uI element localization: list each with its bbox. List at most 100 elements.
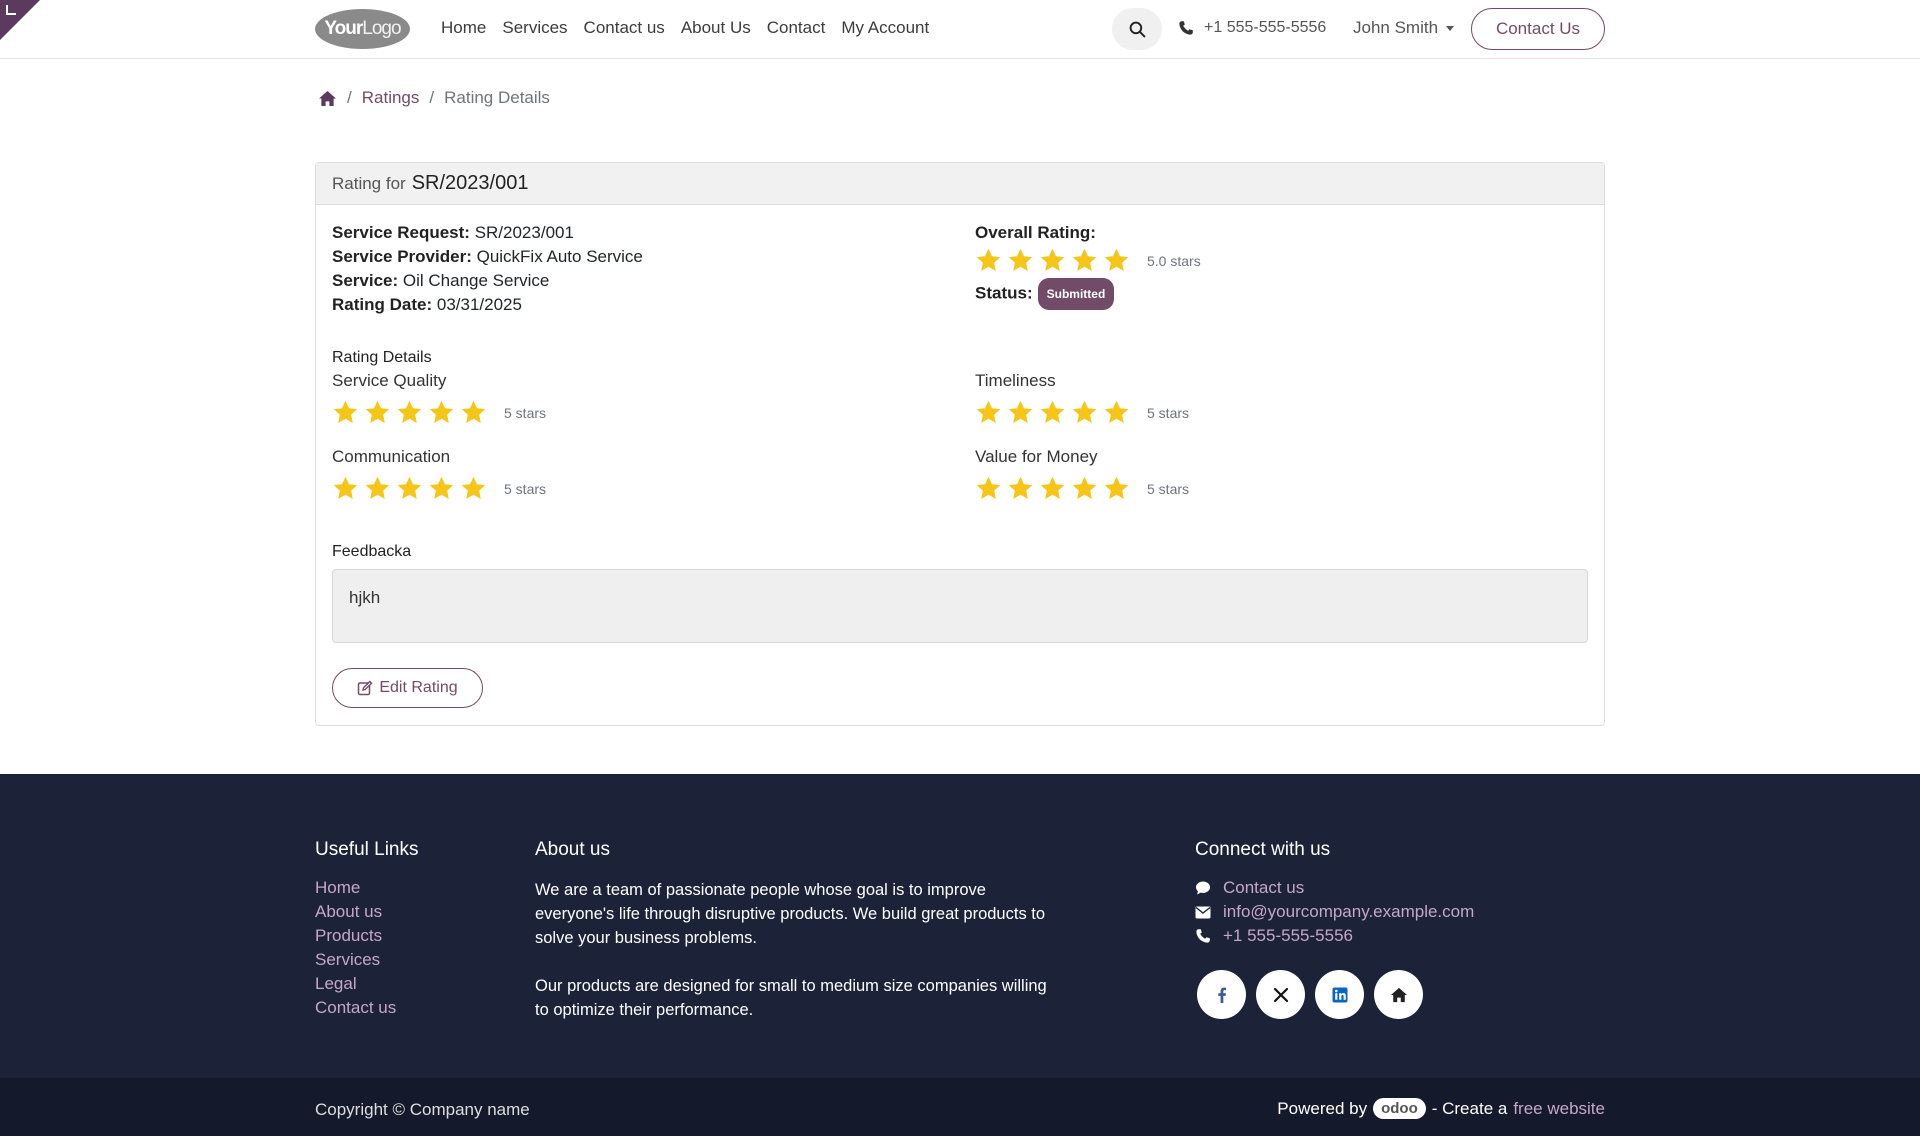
home-icon [1390, 987, 1407, 1002]
star-icon [429, 400, 454, 423]
create-label: - Create a [1431, 1098, 1508, 1118]
nav-contact-us[interactable]: Contact us [584, 18, 665, 38]
service-provider-row: Service Provider: QuickFix Auto Service [332, 245, 643, 269]
rating-communication: Communication 5 stars [332, 447, 546, 502]
rating-info: Service Request: SR/2023/001 Service Pro… [332, 221, 643, 317]
rating-label: Value for Money [975, 447, 1098, 466]
star-icon [461, 400, 486, 423]
connect-phone-link[interactable]: +1 555-555-5556 [1223, 926, 1353, 946]
copyright: Copyright © Company name [315, 1100, 530, 1119]
corner-ribbon-icon[interactable] [6, 5, 16, 15]
nav-about-us[interactable]: About Us [681, 18, 751, 38]
chat-icon [1195, 880, 1211, 896]
rating-details-title: Rating Details [332, 349, 432, 366]
site-footer: Useful Links Home About us Products Serv… [0, 774, 1920, 1078]
star-icon [1008, 476, 1033, 499]
footer-link-services[interactable]: Services [315, 950, 396, 970]
star-icon [461, 476, 486, 499]
about-text: We are a team of passionate people whose… [535, 878, 1055, 1046]
rating-service-quality: Service Quality 5 stars [332, 371, 546, 426]
user-menu[interactable]: John Smith [1353, 18, 1455, 38]
overall-info: Overall Rating: 5.0 stars Status: Submitt… [975, 221, 1201, 310]
about-paragraph-1: We are a team of passionate people whose… [535, 881, 1046, 947]
service-provider-value: QuickFix Auto Service [476, 247, 643, 266]
edit-rating-label: Edit Rating [379, 679, 458, 696]
envelope-icon [1195, 906, 1211, 919]
feedback-title: Feedbacka [332, 543, 412, 560]
rating-stars: 5 stars [332, 399, 546, 426]
star-icon [1008, 248, 1033, 271]
footer-link-about-us[interactable]: About us [315, 902, 396, 922]
edit-rating-button[interactable]: Edit Rating [332, 668, 483, 708]
facebook-icon [1217, 987, 1226, 1003]
about-title: About us [535, 839, 610, 860]
star-icon [1008, 400, 1033, 423]
odoo-logo[interactable]: odoo [1373, 1098, 1426, 1119]
service-request-value: SR/2023/001 [474, 223, 574, 242]
connect-email-link[interactable]: info@yourcompany.example.com [1223, 902, 1474, 922]
rating-label: Timeliness [975, 371, 1056, 390]
facebook-button[interactable] [1197, 970, 1246, 1019]
nav-my-account[interactable]: My Account [841, 18, 929, 38]
rating-date-value: 03/31/2025 [436, 295, 522, 314]
stars-note: 5 stars [504, 480, 547, 497]
linkedin-button[interactable] [1315, 970, 1364, 1019]
star-icon [1104, 476, 1129, 499]
status-badge: Submitted [1037, 278, 1115, 310]
breadcrumb: / Ratings / Rating Details [318, 88, 550, 108]
rating-date-label: Rating Date: [332, 295, 433, 314]
rating-value-for-money: Value for Money 5 stars [975, 447, 1189, 502]
stars-note: 5.0 stars [1147, 252, 1201, 269]
breadcrumb-separator: / [347, 88, 352, 107]
nav-contact[interactable]: Contact [767, 18, 826, 38]
x-button[interactable] [1256, 970, 1305, 1019]
user-name: John Smith [1353, 18, 1439, 37]
footer-link-home[interactable]: Home [315, 878, 396, 898]
connect-contact-link[interactable]: Contact us [1223, 878, 1304, 898]
rating-stars: 5 stars [332, 475, 546, 502]
star-icon [976, 476, 1001, 499]
star-icon [365, 476, 390, 499]
connect-email-row: info@yourcompany.example.com [1195, 902, 1474, 922]
rating-card: Rating for SR/2023/001 Service Request: … [315, 162, 1605, 726]
header-contact-button[interactable]: Contact Us [1471, 8, 1605, 50]
useful-links: Home About us Products Services Legal Co… [315, 878, 396, 1018]
overall-rating-label: Overall Rating: [975, 223, 1096, 242]
star-icon [397, 476, 422, 499]
star-icon [1040, 476, 1065, 499]
card-header: Rating for SR/2023/001 [316, 163, 1604, 205]
star-icon [1040, 248, 1065, 271]
footer-bottom-bar: Copyright © Company name Powered by odoo… [0, 1078, 1920, 1136]
free-website-link[interactable]: free website [1513, 1099, 1605, 1119]
logo-part2: Logo [362, 18, 401, 39]
site-logo[interactable]: Your Logo [315, 9, 410, 49]
header-phone-number: +1 555-555-5556 [1204, 19, 1327, 36]
powered-by-label: Powered by [1277, 1098, 1368, 1118]
star-icon [976, 248, 1001, 271]
status-row: Status: Submitted [975, 278, 1201, 310]
footer-link-contact-us[interactable]: Contact us [315, 998, 396, 1018]
service-provider-label: Service Provider: [332, 247, 472, 266]
rating-stars: 5 stars [975, 475, 1189, 502]
main-nav: Home Services Contact us About Us Contac… [441, 18, 945, 38]
overall-stars: 5.0 stars [975, 247, 1201, 274]
edit-icon [358, 680, 373, 696]
footer-link-legal[interactable]: Legal [315, 974, 396, 994]
home-icon[interactable] [318, 90, 337, 107]
breadcrumb-ratings[interactable]: Ratings [362, 88, 420, 108]
linkedin-icon [1332, 987, 1347, 1002]
breadcrumb-separator: / [429, 88, 435, 107]
header-phone[interactable]: +1 555-555-5556 [1178, 19, 1326, 37]
useful-links-title: Useful Links [315, 839, 419, 860]
star-icon [365, 400, 390, 423]
nav-home[interactable]: Home [441, 18, 486, 38]
site-header: Your Logo Home Services Contact us About … [0, 0, 1920, 59]
footer-link-products[interactable]: Products [315, 926, 396, 946]
search-button[interactable] [1112, 8, 1162, 50]
home-button[interactable] [1374, 970, 1423, 1019]
connect-phone-row: +1 555-555-5556 [1195, 926, 1474, 946]
nav-services[interactable]: Services [502, 18, 567, 38]
chevron-down-icon [1446, 25, 1455, 31]
phone-icon [1179, 21, 1193, 35]
star-icon [397, 400, 422, 423]
